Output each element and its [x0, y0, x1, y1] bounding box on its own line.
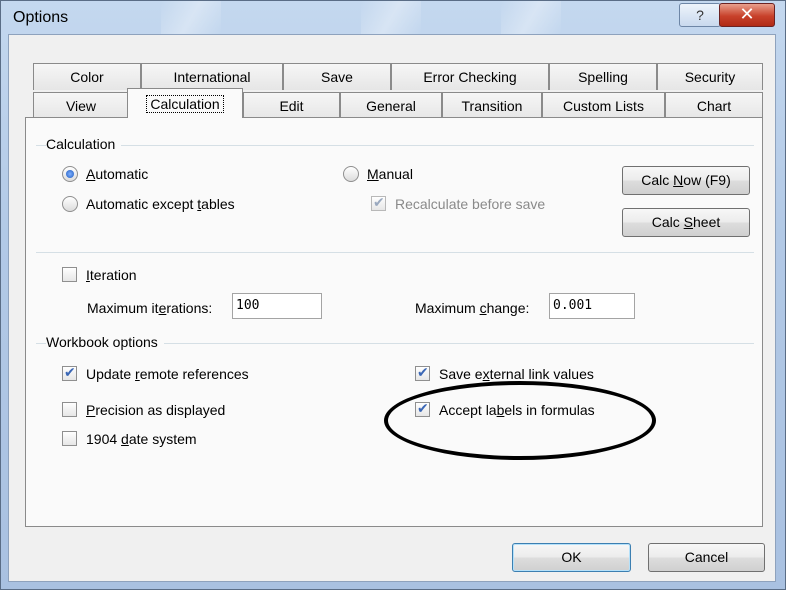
- calculation-group-label: Calculation: [46, 136, 122, 152]
- tab-label: Chart: [696, 98, 732, 114]
- tab-label: Calculation: [146, 95, 224, 113]
- automatic-label[interactable]: Automatic: [86, 166, 148, 182]
- tab-label: Error Checking: [423, 69, 517, 85]
- max-iterations-label: Maximum iterations:: [87, 300, 213, 316]
- tab-international[interactable]: International: [141, 63, 283, 90]
- close-icon: ✕: [739, 4, 755, 24]
- group-separator: [36, 252, 754, 253]
- ok-button[interactable]: OK: [512, 543, 631, 572]
- manual-label[interactable]: Manual: [367, 166, 413, 182]
- date-1904-checkbox[interactable]: [62, 431, 77, 446]
- help-button[interactable]: ?: [679, 3, 721, 27]
- tab-label: View: [65, 98, 97, 114]
- automatic-except-tables-radio[interactable]: [62, 196, 78, 212]
- tab-calculation[interactable]: Calculation: [127, 88, 243, 118]
- workbook-options-group-label: Workbook options: [46, 334, 164, 350]
- precision-as-displayed-label[interactable]: Precision as displayed: [86, 402, 225, 418]
- automatic-except-tables-label[interactable]: Automatic except tables: [86, 196, 235, 212]
- update-remote-references-checkbox[interactable]: [62, 364, 77, 381]
- title-bar-glare: [161, 1, 221, 35]
- iteration-checkbox[interactable]: [62, 267, 77, 282]
- tab-spelling[interactable]: Spelling: [549, 63, 657, 90]
- tab-label: Edit: [279, 98, 304, 114]
- date-1904-label[interactable]: 1904 date system: [86, 431, 197, 447]
- title-bar-glare: [361, 1, 421, 35]
- tab-view[interactable]: View: [33, 92, 129, 119]
- tab-general[interactable]: General: [340, 92, 442, 119]
- tab-chart[interactable]: Chart: [665, 92, 763, 119]
- max-iterations-input[interactable]: 100: [232, 293, 322, 319]
- iteration-label[interactable]: Iteration: [86, 267, 137, 283]
- window-title: Options: [13, 9, 69, 26]
- tab-label: General: [366, 98, 416, 114]
- recalculate-before-save-checkbox[interactable]: [371, 194, 386, 211]
- tab-custom-lists[interactable]: Custom Lists: [542, 92, 665, 119]
- highlight-ellipse: [384, 381, 656, 460]
- cancel-button[interactable]: Cancel: [648, 543, 765, 572]
- save-external-link-values-label[interactable]: Save external link values: [439, 366, 594, 382]
- max-change-input[interactable]: 0.001: [549, 293, 635, 319]
- save-external-link-values-checkbox[interactable]: [415, 364, 430, 381]
- tab-edit[interactable]: Edit: [243, 92, 340, 119]
- update-remote-references-label[interactable]: Update remote references: [86, 366, 249, 382]
- tab-color[interactable]: Color: [33, 63, 141, 90]
- tab-label: Save: [321, 69, 353, 85]
- tab-label: Transition: [461, 98, 523, 114]
- tab-label: Color: [70, 69, 104, 85]
- tab-security[interactable]: Security: [657, 63, 763, 90]
- tab-label: Security: [684, 69, 736, 85]
- tab-error-checking[interactable]: Error Checking: [391, 63, 549, 90]
- calculation-panel: Calculation Automatic Automatic except t…: [25, 117, 763, 527]
- group-separator: [36, 145, 754, 146]
- tab-label: International: [173, 69, 251, 85]
- help-icon: ?: [696, 7, 704, 23]
- tab-label: Custom Lists: [563, 98, 644, 114]
- manual-radio[interactable]: [343, 166, 359, 182]
- tab-label: Spelling: [578, 69, 628, 85]
- calc-now-button[interactable]: Calc Now (F9): [622, 166, 750, 195]
- automatic-radio[interactable]: [62, 166, 78, 182]
- recalculate-before-save-label[interactable]: Recalculate before save: [395, 196, 545, 212]
- close-button[interactable]: ✕: [719, 3, 775, 27]
- title-bar[interactable]: Options ? ✕: [1, 1, 785, 35]
- precision-as-displayed-checkbox[interactable]: [62, 402, 77, 417]
- calc-sheet-button[interactable]: Calc Sheet: [622, 208, 750, 237]
- title-bar-glare: [501, 1, 561, 35]
- tab-transition[interactable]: Transition: [442, 92, 542, 119]
- max-change-label: Maximum change:: [415, 300, 530, 316]
- tab-save[interactable]: Save: [283, 63, 391, 90]
